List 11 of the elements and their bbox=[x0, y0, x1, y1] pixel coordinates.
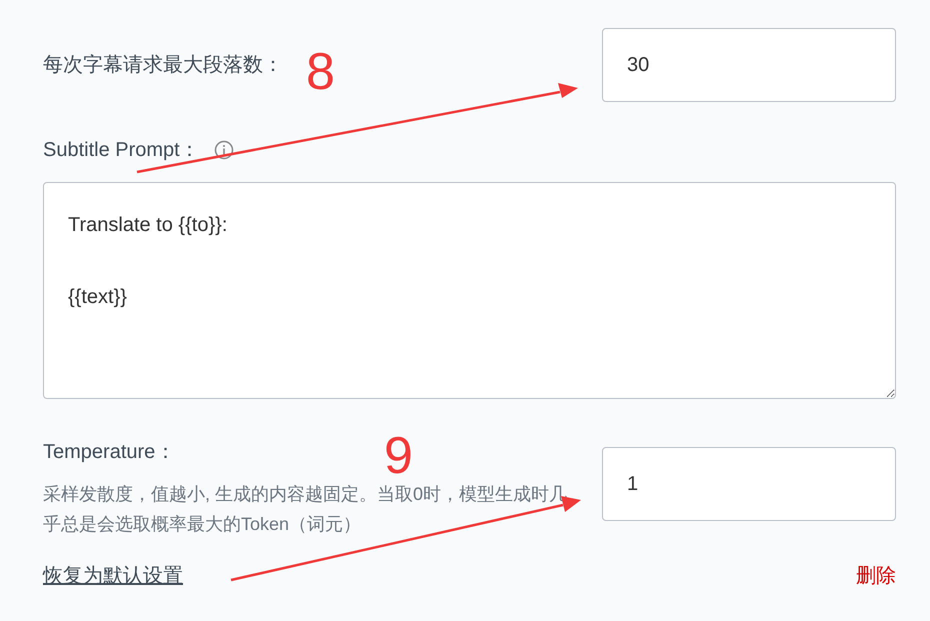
info-icon[interactable] bbox=[214, 140, 234, 160]
delete-link[interactable]: 删除 bbox=[856, 561, 896, 591]
annotation-number: 9 bbox=[384, 436, 413, 476]
field-label: Subtitle Prompt： bbox=[43, 138, 200, 163]
input-field[interactable]: 1 bbox=[602, 447, 896, 521]
input-field[interactable]: 30 bbox=[602, 28, 896, 102]
field-label: Temperature： bbox=[43, 440, 176, 465]
prompt-text-area[interactable]: Translate to {{to}}: {{text}} bbox=[43, 182, 896, 399]
field-label: 每次字幕请求最大段落数： bbox=[43, 53, 283, 78]
annotation-number: 8 bbox=[306, 42, 335, 103]
reset-link[interactable]: 恢复为默认设置 bbox=[43, 561, 183, 591]
